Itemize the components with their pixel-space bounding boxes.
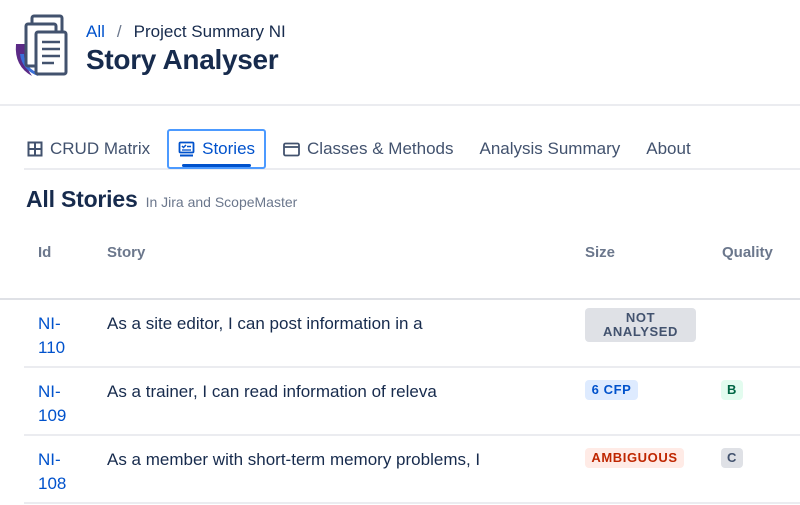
breadcrumb-separator: / — [116, 22, 122, 41]
section-heading: All Stories In Jira and ScopeMaster — [26, 186, 297, 213]
tab-label: About — [646, 139, 691, 158]
tab-label: CRUD Matrix — [50, 139, 151, 158]
table-row[interactable]: NI- 108 As a member with short-term memo… — [24, 436, 800, 504]
story-text: As a site editor, I can post information… — [107, 314, 423, 333]
breadcrumb-current: Project Summary NI — [133, 22, 286, 41]
active-tab-indicator — [182, 164, 252, 167]
quality-lozenge: B — [721, 380, 743, 400]
breadcrumb-all-link[interactable]: All — [86, 22, 105, 42]
breadcrumb: All / Project Summary NI — [86, 22, 286, 42]
page-header: All / Project Summary NI Story Analyser — [0, 0, 800, 106]
grid-icon — [27, 141, 43, 157]
tab-label: Stories — [202, 139, 256, 158]
window-icon — [283, 142, 300, 157]
story-text: As a member with short-term memory probl… — [107, 450, 481, 469]
tab-about[interactable]: About — [637, 129, 699, 169]
issue-id-link[interactable]: NI- 110 — [38, 312, 78, 360]
column-header-story[interactable]: Story — [107, 244, 145, 261]
column-header-size[interactable]: Size — [585, 244, 615, 261]
quality-lozenge: C — [721, 448, 743, 468]
tab-analysis-summary[interactable]: Analysis Summary — [470, 129, 629, 169]
table-row[interactable]: NI- 109 As a trainer, I can read informa… — [24, 368, 800, 436]
tab-label: Classes & Methods — [307, 139, 454, 158]
tab-crud-matrix[interactable]: CRUD Matrix — [18, 129, 159, 169]
section-title: All Stories — [26, 186, 138, 212]
page-title: Story Analyser — [86, 44, 279, 75]
column-header-id[interactable]: Id — [38, 244, 51, 261]
documents-stack-icon — [15, 14, 68, 76]
tab-bar: CRUD Matrix Stories Classes & Methods An… — [18, 129, 708, 169]
size-lozenge: AMBIGUOUS — [585, 448, 684, 468]
checklist-monitor-icon — [178, 141, 195, 158]
tab-stories[interactable]: Stories — [167, 129, 267, 169]
tab-classes-methods[interactable]: Classes & Methods — [274, 129, 462, 169]
story-text: As a trainer, I can read information of … — [107, 382, 437, 401]
column-header-quality[interactable]: Quality — [722, 244, 773, 261]
size-lozenge: 6 CFP — [585, 380, 638, 400]
tab-label: Analysis Summary — [479, 139, 621, 158]
table-row[interactable]: NI- 110 As a site editor, I can post inf… — [24, 300, 800, 368]
table-header: Id Story Size Quality — [0, 238, 800, 300]
issue-id-link[interactable]: NI- 108 — [38, 448, 78, 496]
section-subtitle: In Jira and ScopeMaster — [145, 194, 298, 210]
size-lozenge: NOT ANALYSED — [585, 308, 696, 342]
issue-id-link[interactable]: NI- 109 — [38, 380, 78, 428]
